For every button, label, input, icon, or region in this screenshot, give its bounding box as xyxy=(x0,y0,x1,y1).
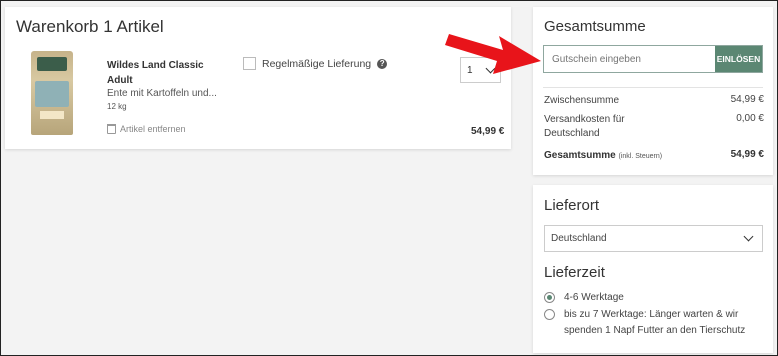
summary-divider xyxy=(543,87,763,88)
coupon-form: EINLÖSEN xyxy=(543,45,763,73)
help-icon[interactable]: ? xyxy=(377,58,388,69)
subscription-checkbox[interactable] xyxy=(243,57,256,70)
delivery-panel: Lieferort Deutschland Lieferzeit 4-6 Wer… xyxy=(533,185,773,353)
subscription-option: Regelmäßige Lieferung ? xyxy=(243,57,388,70)
cart-panel: Warenkorb 1 Artikel Wildes Land Classic … xyxy=(5,7,511,149)
summary-panel: Gesamtsumme EINLÖSEN Zwischensumme 54,99… xyxy=(533,7,773,175)
country-select[interactable]: Deutschland xyxy=(544,225,763,252)
product-weight: 12 kg xyxy=(107,102,127,111)
total-label: Gesamtsumme xyxy=(544,150,616,161)
shipping-value: 0,00 € xyxy=(736,113,764,124)
product-description: Ente mit Kartoffeln und... xyxy=(107,88,217,99)
total-value: 54,99 € xyxy=(730,149,764,160)
delivery-option-standard[interactable]: 4-6 Werktage xyxy=(544,290,624,306)
remove-item-button[interactable]: Artikel entfernen xyxy=(107,124,186,134)
remove-item-label: Artikel entfernen xyxy=(120,124,186,134)
total-tax-note: (inkl. Steuern) xyxy=(618,153,663,160)
summary-title: Gesamtsumme xyxy=(544,18,646,35)
subtotal-row: Zwischensumme 54,99 € xyxy=(544,94,764,108)
trash-icon xyxy=(107,124,116,134)
shipping-label: Versandkosten für Deutschland xyxy=(544,114,625,139)
country-value: Deutschland xyxy=(551,233,607,244)
product-image[interactable] xyxy=(31,51,73,135)
delivery-time-title: Lieferzeit xyxy=(544,264,605,281)
total-label-group: Gesamtsumme (inkl. Steuern) xyxy=(544,149,662,164)
delivery-location-title: Lieferort xyxy=(544,197,600,214)
radio-button[interactable] xyxy=(544,292,555,303)
total-row: Gesamtsumme (inkl. Steuern) 54,99 € xyxy=(544,149,764,164)
coupon-input[interactable] xyxy=(544,46,715,72)
annotation-arrow-icon xyxy=(445,34,541,74)
subscription-label[interactable]: Regelmäßige Lieferung xyxy=(262,58,371,70)
redeem-coupon-button[interactable]: EINLÖSEN xyxy=(715,46,762,72)
delivery-option-label: 4-6 Werktage xyxy=(564,292,624,303)
subtotal-value: 54,99 € xyxy=(730,94,764,105)
shipping-row: Versandkosten für Deutschland 0,00 € xyxy=(544,113,764,141)
subtotal-label: Zwischensumme xyxy=(544,95,620,106)
delivery-option-donation[interactable]: bis zu 7 Werktage: Länger warten & wir s… xyxy=(544,307,759,339)
delivery-option-label: bis zu 7 Werktage: Länger warten & wir s… xyxy=(564,309,746,336)
radio-button[interactable] xyxy=(544,309,555,320)
item-price: 54,99 € xyxy=(471,126,505,137)
chevron-down-icon xyxy=(743,231,754,242)
product-name[interactable]: Wildes Land Classic Adult xyxy=(107,58,227,88)
cart-title: Warenkorb 1 Artikel xyxy=(16,17,164,36)
